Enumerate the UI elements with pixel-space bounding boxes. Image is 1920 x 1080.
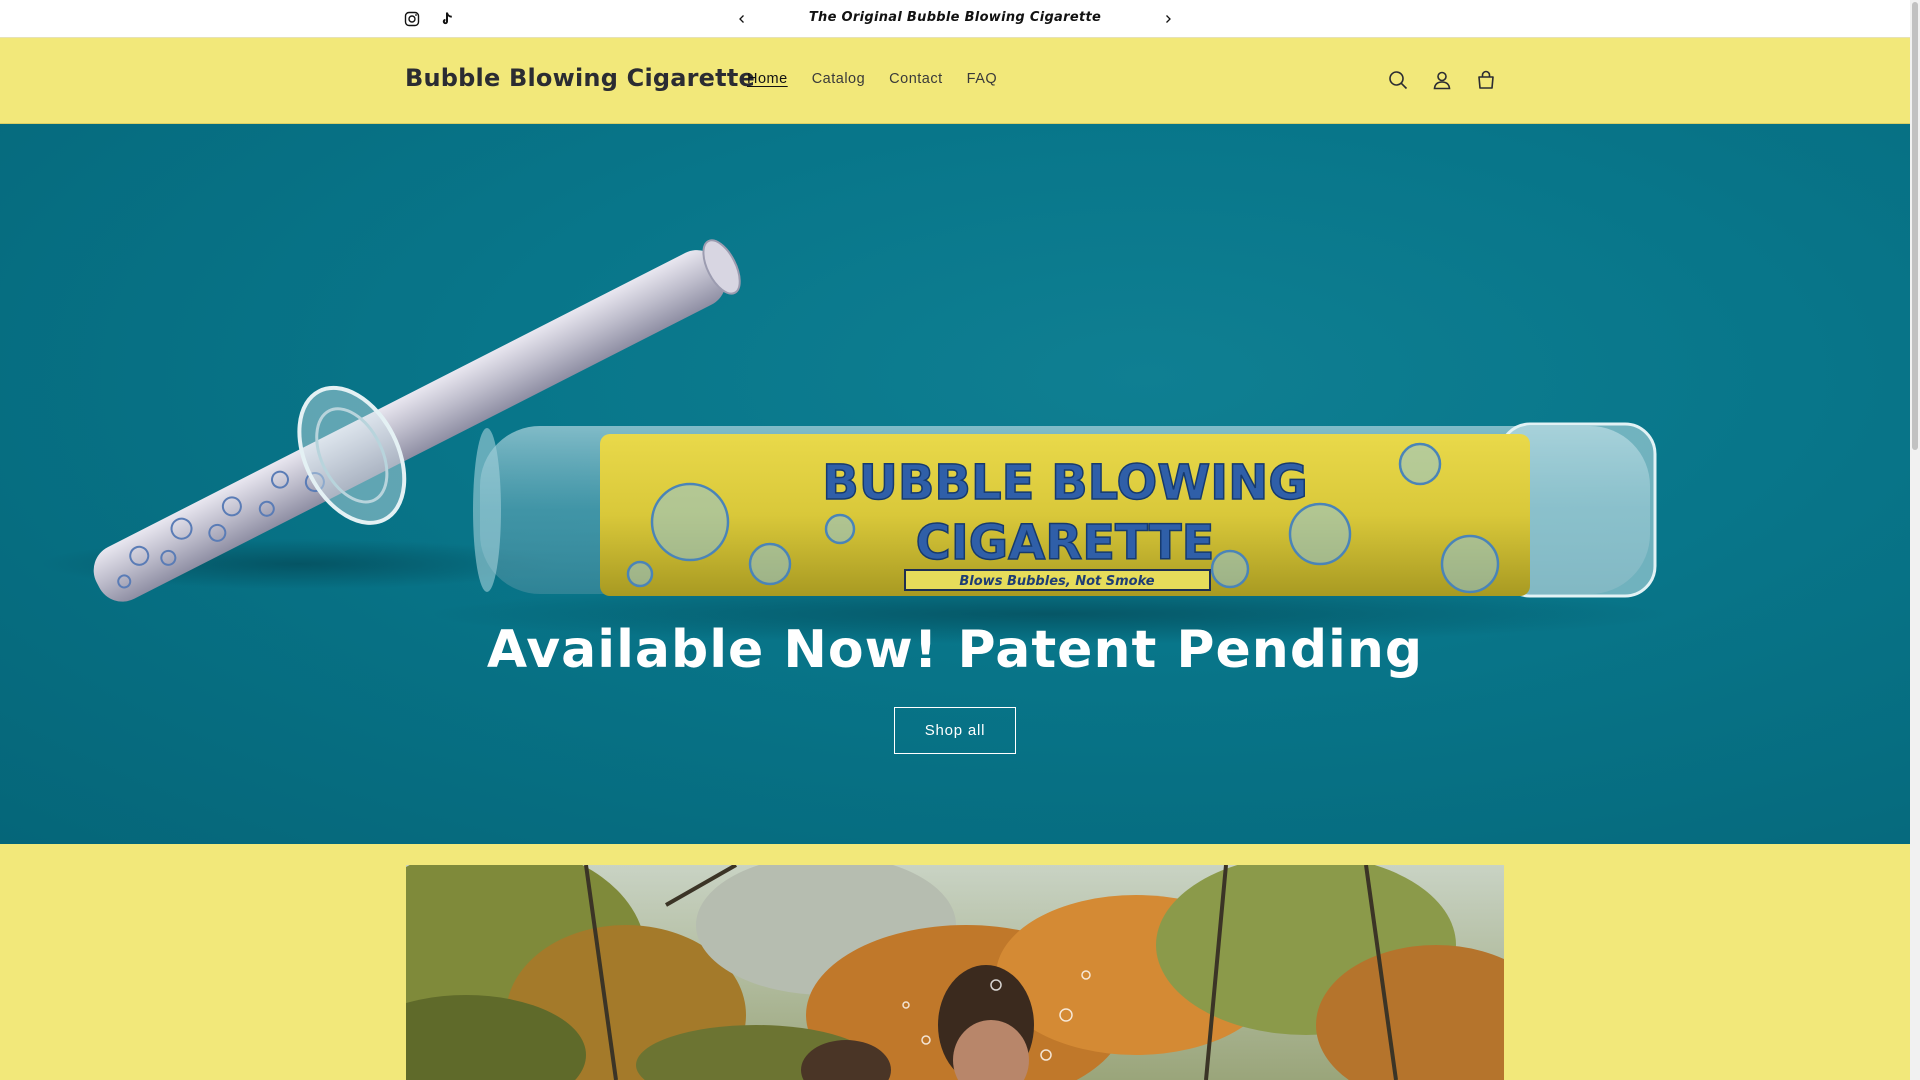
announcement-bar: The Original Bubble Blowing Cigarette xyxy=(0,0,1910,38)
cart-icon[interactable] xyxy=(1468,62,1504,98)
account-icon[interactable] xyxy=(1424,62,1460,98)
nav-item-contact[interactable]: Contact xyxy=(877,71,954,87)
nav-item-home[interactable]: Home xyxy=(735,71,800,87)
hero-banner: BUBBLE BLOWING CIGARETTE Blows Bubbles, … xyxy=(0,124,1910,844)
package-title-line1: BUBBLE BLOWING xyxy=(822,455,1307,511)
tiktok-icon[interactable] xyxy=(437,9,457,29)
nav-item-catalog[interactable]: Catalog xyxy=(800,71,877,87)
package-title-line2: CIGARETTE xyxy=(916,515,1215,571)
main-nav: Home Catalog Contact FAQ xyxy=(735,71,1009,87)
scrollbar-thumb[interactable] xyxy=(1912,2,1918,450)
nav-item-faq[interactable]: FAQ xyxy=(955,71,1010,87)
package-tagline: Blows Bubbles, Not Smoke xyxy=(959,574,1154,589)
instagram-icon[interactable] xyxy=(402,9,422,29)
chevron-left-icon[interactable] xyxy=(732,9,752,29)
hero-title: Available Now! Patent Pending xyxy=(486,620,1424,680)
site-header: Bubble Blowing Cigarette Home Catalog Co… xyxy=(0,38,1910,124)
announcement-text: The Original Bubble Blowing Cigarette xyxy=(808,10,1102,25)
lifestyle-image xyxy=(406,865,1504,1080)
site-logo[interactable]: Bubble Blowing Cigarette xyxy=(405,64,755,92)
shop-all-button[interactable]: Shop all xyxy=(894,707,1016,754)
search-icon[interactable] xyxy=(1380,62,1416,98)
page-scrollbar[interactable] xyxy=(1910,0,1920,1080)
chevron-right-icon[interactable] xyxy=(1158,9,1178,29)
